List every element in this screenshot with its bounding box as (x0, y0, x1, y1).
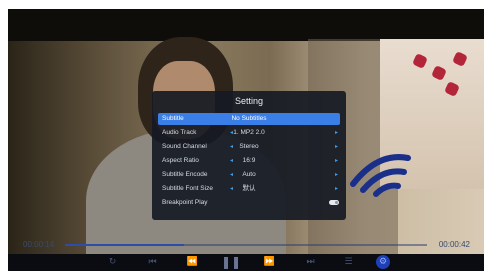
setting-row-subtitle-encode[interactable]: Subtitle Encode ◂ Auto ▸ (158, 169, 340, 181)
setting-label: Breakpoint Play (162, 199, 208, 206)
pause-icon[interactable]: ❚❚ (221, 255, 241, 270)
setting-label: Aspect Ratio (162, 157, 199, 164)
repeat-icon[interactable]: ↻ (106, 256, 119, 269)
setting-label: Audio Track (162, 129, 197, 136)
progress-bar[interactable] (65, 244, 427, 246)
dark-top-band (8, 9, 484, 41)
setting-label: Subtitle (162, 115, 184, 122)
setting-value: 1. MP2 2.0 (233, 129, 265, 136)
fast-forward-icon[interactable]: ⏩ (263, 256, 276, 269)
setting-label: Subtitle Font Size (162, 185, 213, 192)
settings-icon[interactable]: ⚙ (376, 255, 390, 269)
setting-row-audio-track[interactable]: Audio Track ◂ 1. MP2 2.0 ▸ (158, 127, 340, 139)
setting-value: Auto (242, 171, 256, 178)
arrow-right-icon[interactable]: ▸ (335, 155, 338, 167)
arrow-right-icon[interactable]: ▸ (335, 169, 338, 181)
menu-icon[interactable]: ☰ (342, 256, 355, 269)
setting-value: 默认 (242, 185, 256, 192)
arrow-right-icon[interactable]: ▸ (335, 127, 338, 139)
setting-value: Stereo (239, 143, 259, 150)
setting-value: 16:9 (242, 157, 256, 164)
setting-row-subtitle[interactable]: Subtitle No Subtitles (158, 113, 340, 125)
setting-label: Sound Channel (162, 143, 207, 150)
setting-row-breakpoint-play[interactable]: Breakpoint Play (158, 197, 340, 209)
rewind-icon[interactable]: ⏪ (186, 256, 199, 269)
player-screen: 00:00:14 00:00:42 ↻ ⏮ ⏪ ❚❚ ⏩ ⏭ ☰ ⚙ Setti… (0, 0, 491, 280)
arrow-right-icon[interactable]: ▸ (335, 141, 338, 153)
skip-previous-icon[interactable]: ⏮ (146, 256, 159, 269)
total-time: 00:00:42 (438, 240, 470, 249)
arrow-right-icon[interactable]: ▸ (335, 183, 338, 195)
setting-label: Subtitle Encode (162, 171, 208, 178)
progress-fill (65, 244, 185, 246)
current-time: 00:00:14 (23, 240, 55, 249)
settings-title: Setting (234, 96, 264, 106)
wifi-signal-icon (350, 154, 411, 197)
skip-next-icon[interactable]: ⏭ (304, 256, 317, 269)
setting-row-aspect-ratio[interactable]: Aspect Ratio ◂ 16:9 ▸ (158, 155, 340, 167)
setting-row-subtitle-font-size[interactable]: Subtitle Font Size ◂ 默认 ▸ (158, 183, 340, 195)
breakpoint-play-toggle[interactable] (329, 200, 339, 205)
settings-panel: Setting Subtitle No Subtitles Audio Trac… (152, 91, 346, 220)
setting-row-sound-channel[interactable]: Sound Channel ◂ Stereo ▸ (158, 141, 340, 153)
control-bar: ↻ ⏮ ⏪ ❚❚ ⏩ ⏭ ☰ ⚙ (8, 254, 484, 271)
setting-value: No Subtitles (231, 115, 267, 122)
